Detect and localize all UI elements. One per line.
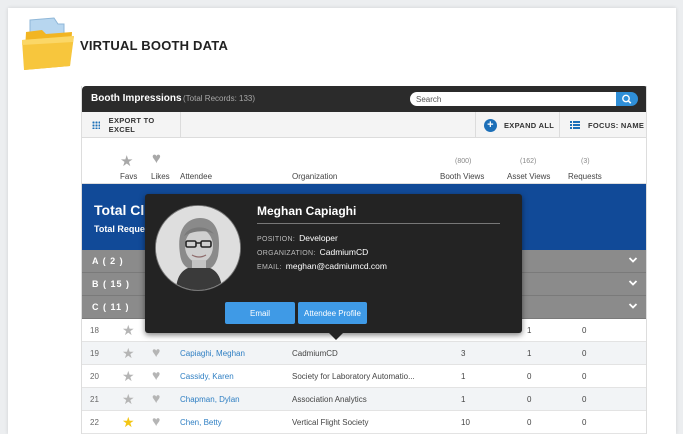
organization-cell: Association Analytics	[292, 395, 367, 404]
organization-row: ORGANIZATION: CadmiumCD	[257, 247, 368, 257]
booth-views-cell: 1	[461, 372, 466, 381]
folder-icon	[22, 17, 74, 70]
organization-key: ORGANIZATION:	[257, 250, 316, 257]
table-header: ★ ♥ Favs Likes Attendee Organization (80…	[82, 138, 646, 184]
row-number: 21	[90, 395, 99, 404]
requests-cell: 0	[582, 326, 587, 335]
chevron-down-icon	[628, 257, 638, 263]
search-button[interactable]	[616, 92, 638, 106]
organization-cell: CadmiumCD	[292, 349, 338, 358]
attendee-link[interactable]: Cassidy, Karen	[180, 372, 234, 381]
avatar	[155, 205, 241, 291]
attendee-name: Meghan Capiaghi	[257, 204, 357, 218]
requests-cell: 0	[582, 372, 587, 381]
plus-circle-icon: +	[484, 118, 497, 132]
position-value: Developer	[299, 233, 338, 243]
row-number: 22	[90, 418, 99, 427]
asset-views-cell: 0	[527, 372, 532, 381]
attendee-link[interactable]: Chapman, Dylan	[180, 395, 240, 404]
star-icon[interactable]: ★	[120, 152, 133, 170]
email-key: EMAIL:	[257, 264, 282, 271]
attendee-popover: Meghan Capiaghi POSITION: Developer ORGAN…	[145, 194, 522, 340]
expand-label: EXPAND ALL	[504, 120, 555, 130]
asset-views-cell: 1	[527, 349, 532, 358]
star-icon[interactable]: ★	[122, 368, 135, 385]
star-icon[interactable]: ★	[122, 391, 135, 408]
position-key: POSITION:	[257, 236, 296, 243]
row-number: 19	[90, 349, 99, 358]
heart-icon[interactable]: ♥	[152, 367, 160, 383]
requests-total: (3)	[581, 158, 590, 165]
expand-all-button[interactable]: + EXPAND ALL	[475, 112, 559, 138]
asset-views-cell: 0	[527, 395, 532, 404]
total-requests-label: Total Reque	[94, 224, 145, 234]
requests-cell: 0	[582, 349, 587, 358]
toolbar: EXPORT TO EXCEL + EXPAND ALL FOCUS: NAME	[82, 112, 646, 138]
heart-icon[interactable]: ♥	[152, 344, 160, 360]
export-to-excel-button[interactable]: EXPORT TO EXCEL	[92, 112, 180, 138]
search-input[interactable]	[410, 92, 616, 106]
focus-label: FOCUS: NAME	[588, 120, 645, 130]
table-row[interactable]: 19 ★ ♥ Capiaghi, Meghan CadmiumCD 3 1 0	[82, 342, 646, 365]
column-asset-views[interactable]: Asset Views	[507, 172, 550, 181]
asset-views-cell: 0	[527, 418, 532, 427]
email-button[interactable]: Email	[225, 302, 295, 324]
column-booth-views[interactable]: Booth Views	[440, 172, 484, 181]
list-icon	[570, 121, 580, 129]
organization-cell: Vertical Flight Society	[292, 418, 369, 427]
booth-views-cell: 3	[461, 349, 466, 358]
column-attendee[interactable]: Attendee	[180, 172, 212, 181]
booth-views-total: (800)	[455, 158, 472, 165]
group-label: C ( 11 )	[92, 302, 130, 312]
column-organization[interactable]: Organization	[292, 172, 337, 181]
panel-header: Booth Impressions (Total Records: 133)	[82, 86, 646, 112]
table-row[interactable]: 20 ★ ♥ Cassidy, Karen Society for Labora…	[82, 365, 646, 388]
attendee-link[interactable]: Chen, Betty	[180, 418, 222, 427]
requests-cell: 0	[582, 418, 587, 427]
total-clicks-heading: Total Cli	[94, 202, 149, 218]
requests-cell: 0	[582, 395, 587, 404]
group-label: B ( 15 )	[92, 279, 131, 289]
total-records: (Total Records: 133)	[183, 94, 256, 103]
asset-views-cell: 1	[527, 326, 532, 335]
booth-views-cell: 10	[461, 418, 470, 427]
star-icon[interactable]: ★	[122, 322, 135, 339]
avatar-portrait-icon	[156, 206, 240, 290]
toolbar-divider	[180, 112, 181, 138]
search-icon	[622, 94, 632, 104]
divider	[257, 223, 500, 224]
column-likes[interactable]: Likes	[151, 172, 170, 181]
position-row: POSITION: Developer	[257, 233, 338, 243]
table-row[interactable]: 21 ★ ♥ Chapman, Dylan Association Analyt…	[82, 388, 646, 411]
column-favs[interactable]: Favs	[120, 172, 137, 181]
email-value: meghan@cadmiumcd.com	[285, 261, 387, 271]
star-icon[interactable]: ★	[122, 414, 135, 431]
heart-icon[interactable]: ♥	[152, 413, 160, 429]
organization-cell: Society for Laboratory Automatio...	[292, 372, 415, 381]
asset-views-total: (162)	[520, 158, 537, 165]
chevron-down-icon	[628, 303, 638, 309]
email-row: EMAIL: meghan@cadmiumcd.com	[257, 261, 387, 271]
star-icon[interactable]: ★	[122, 345, 135, 362]
focus-name-button[interactable]: FOCUS: NAME	[559, 112, 646, 138]
heart-icon[interactable]: ♥	[152, 150, 161, 167]
grid-icon	[92, 121, 100, 129]
attendee-profile-button[interactable]: Attendee Profile	[298, 302, 367, 324]
export-label: EXPORT TO EXCEL	[108, 116, 155, 134]
panel-title: Booth Impressions	[91, 93, 182, 104]
page-title: VIRTUAL BOOTH DATA	[80, 38, 229, 53]
row-number: 18	[90, 326, 99, 335]
chevron-down-icon	[628, 280, 638, 286]
column-requests[interactable]: Requests	[568, 172, 602, 181]
booth-views-cell: 1	[461, 395, 466, 404]
attendee-link[interactable]: Capiaghi, Meghan	[180, 349, 245, 358]
group-label: A ( 2 )	[92, 256, 124, 266]
table-row[interactable]: 22 ★ ♥ Chen, Betty Vertical Flight Socie…	[82, 411, 646, 434]
organization-value: CadmiumCD	[319, 247, 369, 257]
heart-icon[interactable]: ♥	[152, 390, 160, 406]
row-number: 20	[90, 372, 99, 381]
